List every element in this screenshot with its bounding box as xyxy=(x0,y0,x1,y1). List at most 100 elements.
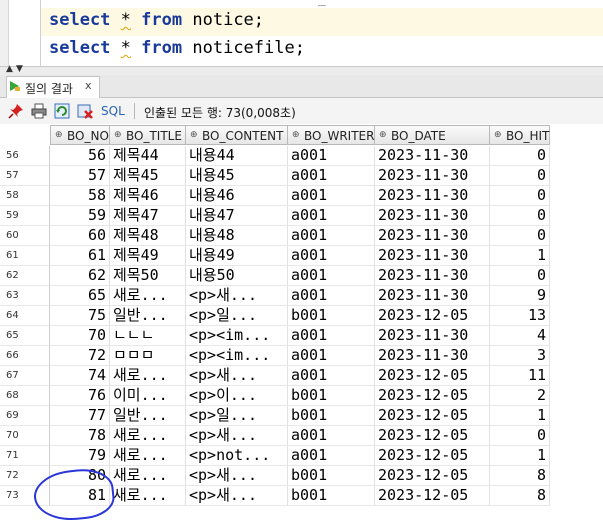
cell-bo-hit[interactable]: 1 xyxy=(490,406,550,426)
table-row[interactable]: 61 61 제목49 내용49 a001 2023-11-30 1 xyxy=(0,246,603,266)
cell-bo-content[interactable]: 내용50 xyxy=(186,266,288,286)
cell-bo-no[interactable]: 76 xyxy=(50,386,110,406)
cell-bo-title[interactable]: ㅁㅁㅁ xyxy=(110,346,186,366)
cell-bo-content[interactable]: <p>새... xyxy=(186,426,288,446)
column-header-bo-writer[interactable]: ⊕ BO_WRITER xyxy=(288,125,375,145)
table-row[interactable]: 73 81 새로... <p>새... b001 2023-12-05 8 xyxy=(0,486,603,506)
cell-bo-no[interactable]: 65 xyxy=(50,286,110,306)
delete-icon[interactable] xyxy=(77,103,93,119)
splitter-up-icon[interactable]: ▲ xyxy=(6,64,13,74)
cell-bo-content[interactable]: 내용44 xyxy=(186,146,288,166)
cell-bo-date[interactable]: 2023-12-05 xyxy=(375,446,490,466)
cell-bo-writer[interactable]: a001 xyxy=(288,186,375,206)
cell-bo-no[interactable]: 57 xyxy=(50,166,110,186)
cell-bo-writer[interactable]: a001 xyxy=(288,226,375,246)
cell-bo-no[interactable]: 78 xyxy=(50,426,110,446)
cell-bo-writer[interactable]: a001 xyxy=(288,146,375,166)
cell-bo-writer[interactable]: b001 xyxy=(288,386,375,406)
cell-bo-title[interactable]: 제목48 xyxy=(110,226,186,246)
cell-bo-content[interactable]: <p>not... xyxy=(186,446,288,466)
cell-bo-title[interactable]: 새로... xyxy=(110,426,186,446)
cell-bo-writer[interactable]: a001 xyxy=(288,166,375,186)
cell-bo-content[interactable]: 내용48 xyxy=(186,226,288,246)
cell-bo-title[interactable]: 제목47 xyxy=(110,206,186,226)
cell-bo-title[interactable]: 이미... xyxy=(110,386,186,406)
cell-bo-content[interactable]: <p>일... xyxy=(186,306,288,326)
cell-bo-hit[interactable]: 0 xyxy=(490,146,550,166)
cell-bo-content[interactable]: <p><im... xyxy=(186,346,288,366)
cell-bo-title[interactable]: ㄴㄴㄴ xyxy=(110,326,186,346)
table-row[interactable]: 71 79 새로... <p>not... a001 2023-12-05 1 xyxy=(0,446,603,466)
cell-bo-hit[interactable]: 8 xyxy=(490,466,550,486)
cell-bo-content[interactable]: <p>이... xyxy=(186,386,288,406)
cell-bo-title[interactable]: 일반... xyxy=(110,306,186,326)
column-header-bo-content[interactable]: ⊕ BO_CONTENT xyxy=(186,125,288,145)
cell-bo-hit[interactable]: 0 xyxy=(490,206,550,226)
cell-bo-title[interactable]: 제목44 xyxy=(110,146,186,166)
cell-bo-date[interactable]: 2023-12-05 xyxy=(375,366,490,386)
cell-bo-hit[interactable]: 0 xyxy=(490,166,550,186)
cell-bo-date[interactable]: 2023-12-05 xyxy=(375,386,490,406)
cell-bo-hit[interactable]: 9 xyxy=(490,286,550,306)
cell-bo-no[interactable]: 79 xyxy=(50,446,110,466)
column-header-bo-no[interactable]: ⊕ BO_NO xyxy=(50,125,110,145)
cell-bo-no[interactable]: 75 xyxy=(50,306,110,326)
cell-bo-hit[interactable]: 1 xyxy=(490,246,550,266)
cell-bo-no[interactable]: 62 xyxy=(50,266,110,286)
cell-bo-no[interactable]: 74 xyxy=(50,366,110,386)
cell-bo-title[interactable]: 제목45 xyxy=(110,166,186,186)
column-header-bo-title[interactable]: ⊕ BO_TITLE xyxy=(110,125,186,145)
cell-bo-date[interactable]: 2023-12-05 xyxy=(375,306,490,326)
cell-bo-no[interactable]: 80 xyxy=(50,466,110,486)
cell-bo-no[interactable]: 58 xyxy=(50,186,110,206)
cell-bo-content[interactable]: 내용45 xyxy=(186,166,288,186)
refresh-icon[interactable] xyxy=(54,103,70,119)
cell-bo-content[interactable]: <p>새... xyxy=(186,486,288,506)
cell-bo-hit[interactable]: 13 xyxy=(490,306,550,326)
table-row[interactable]: 58 58 제목46 내용46 a001 2023-11-30 0 xyxy=(0,186,603,206)
cell-bo-date[interactable]: 2023-11-30 xyxy=(375,286,490,306)
cell-bo-date[interactable]: 2023-11-30 xyxy=(375,146,490,166)
cell-bo-date[interactable]: 2023-12-05 xyxy=(375,406,490,426)
table-row[interactable]: 70 78 새로... <p>새... a001 2023-12-05 0 xyxy=(0,426,603,446)
cell-bo-date[interactable]: 2023-11-30 xyxy=(375,266,490,286)
cell-bo-content[interactable]: 내용47 xyxy=(186,206,288,226)
sql-button[interactable]: SQL xyxy=(101,104,125,118)
cell-bo-content[interactable]: <p>일... xyxy=(186,406,288,426)
cell-bo-hit[interactable]: 1 xyxy=(490,446,550,466)
cell-bo-hit[interactable]: 3 xyxy=(490,346,550,366)
cell-bo-title[interactable]: 제목49 xyxy=(110,246,186,266)
pane-splitter[interactable]: ▲ ▼ xyxy=(0,64,603,75)
cell-bo-date[interactable]: 2023-11-30 xyxy=(375,206,490,226)
tab-query-result[interactable]: 질의 결과 x xyxy=(6,76,100,98)
cell-bo-writer[interactable]: a001 xyxy=(288,246,375,266)
cell-bo-date[interactable]: 2023-11-30 xyxy=(375,166,490,186)
cell-bo-no[interactable]: 81 xyxy=(50,486,110,506)
cell-bo-title[interactable]: 새로... xyxy=(110,286,186,306)
cell-bo-date[interactable]: 2023-11-30 xyxy=(375,226,490,246)
table-row[interactable]: 60 60 제목48 내용48 a001 2023-11-30 0 xyxy=(0,226,603,246)
pin-icon[interactable] xyxy=(8,103,24,119)
cell-bo-writer[interactable]: b001 xyxy=(288,486,375,506)
cell-bo-writer[interactable]: a001 xyxy=(288,206,375,226)
cell-bo-date[interactable]: 2023-12-05 xyxy=(375,466,490,486)
column-header-bo-date[interactable]: ⊕ BO_DATE xyxy=(375,125,490,145)
cell-bo-writer[interactable]: a001 xyxy=(288,346,375,366)
cell-bo-date[interactable]: 2023-11-30 xyxy=(375,186,490,206)
splitter-down-icon[interactable]: ▼ xyxy=(16,64,23,74)
cell-bo-hit[interactable]: 0 xyxy=(490,266,550,286)
table-row[interactable]: 59 59 제목47 내용47 a001 2023-11-30 0 xyxy=(0,206,603,226)
cell-bo-writer[interactable]: a001 xyxy=(288,266,375,286)
sql-line-1[interactable]: select * from notice; xyxy=(49,10,264,30)
table-row[interactable]: 69 77 일반... <p>일... b001 2023-12-05 1 xyxy=(0,406,603,426)
cell-bo-content[interactable]: <p>새... xyxy=(186,466,288,486)
table-row[interactable]: 62 62 제목50 내용50 a001 2023-11-30 0 xyxy=(0,266,603,286)
cell-bo-content[interactable]: 내용46 xyxy=(186,186,288,206)
cell-bo-hit[interactable]: 4 xyxy=(490,326,550,346)
cell-bo-writer[interactable]: a001 xyxy=(288,426,375,446)
table-row[interactable]: 56 56 제목44 내용44 a001 2023-11-30 0 xyxy=(0,146,603,166)
cell-bo-writer[interactable]: a001 xyxy=(288,366,375,386)
cell-bo-hit[interactable]: 11 xyxy=(490,366,550,386)
table-row[interactable]: 63 65 새로... <p>새... a001 2023-11-30 9 xyxy=(0,286,603,306)
cell-bo-writer[interactable]: b001 xyxy=(288,466,375,486)
